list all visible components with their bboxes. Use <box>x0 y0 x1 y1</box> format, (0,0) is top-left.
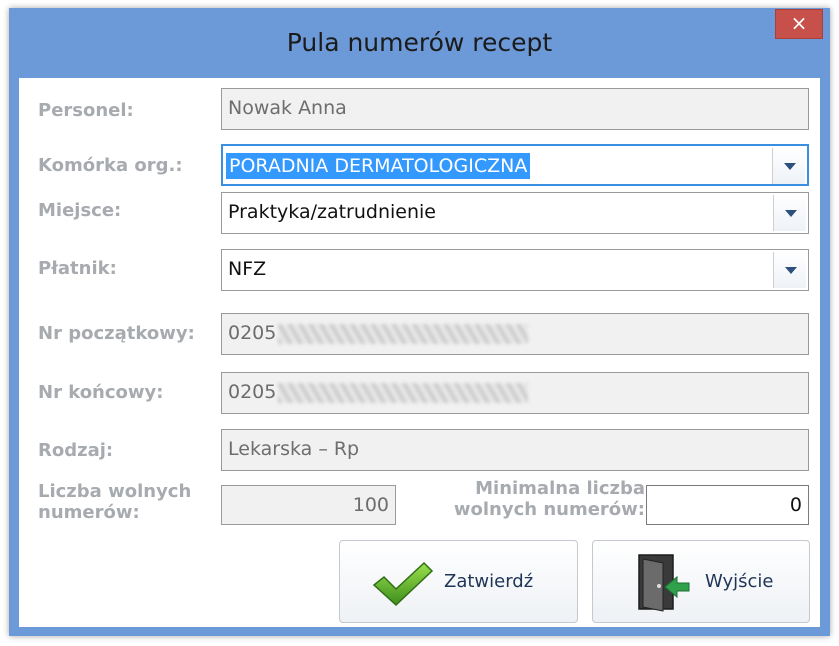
zatwierdz-button[interactable]: Zatwierdź <box>339 540 578 623</box>
nr-koncowy-label: Nr końcowy: <box>38 382 164 403</box>
miejsce-combobox[interactable]: Praktyka/zatrudnienie <box>221 192 809 234</box>
komorka-label: Komórka org.: <box>38 155 183 176</box>
nr-poczatkowy-value: 0205 <box>228 322 277 344</box>
liczba-wolnych-value: 100 <box>352 494 389 516</box>
nr-poczatkowy-label: Nr początkowy: <box>38 323 195 344</box>
rodzaj-value: Lekarska – Rp <box>228 438 360 460</box>
komorka-value: PORADNIA DERMATOLOGICZNA <box>226 153 531 179</box>
miejsce-label: Miejsce: <box>38 200 122 221</box>
personel-value: Nowak Anna <box>228 97 347 119</box>
nr-koncowy-value: 0205 <box>228 381 277 403</box>
dialog-window: Pula numerów recept × Personel: Nowak An… <box>9 8 830 636</box>
zatwierdz-label: Zatwierdź <box>444 571 534 592</box>
wyjscie-button[interactable]: Wyjście <box>592 540 810 623</box>
nr-poczatkowy-field: 0205 <box>221 313 809 355</box>
close-icon: × <box>790 11 808 35</box>
chevron-down-icon <box>785 210 797 217</box>
exit-door-icon <box>635 553 693 618</box>
minimalna-liczba-value: 0 <box>789 494 802 516</box>
personel-label: Personel: <box>38 100 134 121</box>
miejsce-value: Praktyka/zatrudnienie <box>228 201 436 223</box>
platnik-value: NFZ <box>228 258 267 280</box>
komorka-combobox[interactable]: PORADNIA DERMATOLOGICZNA <box>221 144 809 186</box>
rodzaj-label: Rodzaj: <box>38 440 114 461</box>
platnik-combobox[interactable]: NFZ <box>221 249 809 291</box>
komorka-dropdown-button[interactable] <box>772 148 805 184</box>
redacted-blur <box>278 323 529 344</box>
liczba-wolnych-field: 100 <box>221 485 396 525</box>
redacted-blur <box>278 382 529 403</box>
platnik-label: Płatnik: <box>38 258 117 279</box>
close-button[interactable]: × <box>775 9 823 39</box>
miejsce-dropdown-button[interactable] <box>773 195 806 231</box>
wyjscie-label: Wyjście <box>705 571 774 592</box>
dialog-title: Pula numerów recept <box>286 28 553 57</box>
platnik-dropdown-button[interactable] <box>773 252 806 288</box>
title-bar[interactable]: Pula numerów recept × <box>9 8 830 78</box>
chevron-down-icon <box>784 163 796 170</box>
chevron-down-icon <box>785 267 797 274</box>
rodzaj-field: Lekarska – Rp <box>221 429 809 471</box>
minimalna-liczba-label: Minimalna liczba wolnych numerów: <box>453 478 645 520</box>
personel-field: Nowak Anna <box>221 88 809 130</box>
liczba-wolnych-label: Liczba wolnych numerów: <box>38 481 192 523</box>
minimalna-liczba-input[interactable]: 0 <box>646 485 809 525</box>
dialog-body: Personel: Nowak Anna Komórka org.: PORAD… <box>19 78 820 627</box>
nr-koncowy-field: 0205 <box>221 372 809 414</box>
checkmark-icon <box>372 559 434 612</box>
